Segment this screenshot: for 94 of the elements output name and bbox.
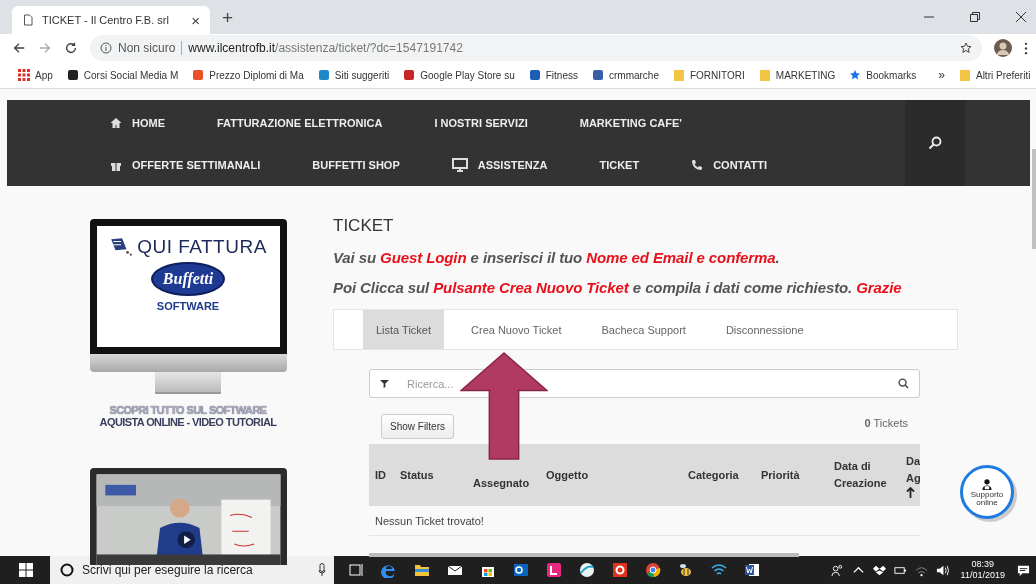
column-header[interactable]: Categoria [688,466,757,484]
instruction-text: Poi Clicca sul Pulsante Crea Nuovo Ticket e compila i dati come richiesto. Grazie [333,279,903,296]
bookmark-item[interactable]: Prezzo Diplomi di Ma [192,69,304,81]
nav-link[interactable]: HOME [110,116,165,129]
column-header[interactable]: Data di Creazione [834,458,902,492]
cortana-icon [60,563,74,577]
address-field[interactable]: Non sicuro www.ilcentrofb.it/assistenza/ticket/?dc=1547191742 [90,35,982,61]
folder-icon[interactable] [414,562,430,578]
vertical-scrollbar[interactable] [1032,149,1036,249]
folder-icon [958,69,971,81]
notification-icon[interactable] [1017,563,1030,577]
filter-icon [380,379,389,388]
dropbox-icon[interactable] [872,563,886,577]
avatar-icon[interactable] [994,39,1012,57]
word-icon[interactable] [744,562,760,578]
page-title: TICKET [333,216,395,236]
reload-icon[interactable] [64,41,78,55]
ticket-tab[interactable]: Crea Nuovo Ticket [458,310,575,349]
nav-link[interactable]: OFFERTE SETTIMANALI [110,157,261,172]
buffetti-logo: Buffetti [151,262,225,296]
horizontal-scrollbar[interactable] [369,553,799,557]
empty-message: Nessun Ticket trovato! [375,514,484,527]
browser-tab[interactable]: TICKET - Il Centro F.B. srl × [12,6,210,34]
info-icon [100,42,112,54]
column-header[interactable]: ID [375,466,396,484]
nav-link[interactable]: CONTATTI [691,157,768,172]
banner-caption: AQUISTA ONLINE - VIDEO TUTORIAL [99,416,277,428]
show-filters-button[interactable]: Show Filters [381,414,454,439]
menu-icon[interactable] [1024,41,1028,55]
banner-title: QUI FATTURA [137,236,267,258]
bookmark-item[interactable]: FORNITORI [673,69,745,81]
security-label: Non sicuro [118,41,183,55]
task-view-icon[interactable] [348,562,364,578]
browser-e-icon[interactable] [381,562,397,578]
banner-subtitle: SOFTWARE [156,300,220,312]
bookmark-item[interactable]: Altri Preferiti [958,69,1031,81]
home-icon [110,116,122,129]
banner-caption: SCOPRI TUTTO SUL SOFTWARE [109,404,267,416]
nav-link[interactable]: I NOSTRI SERVIZI [434,116,528,129]
ticket-tab[interactable]: Bacheca Support [588,310,699,349]
bookmark-star-icon[interactable] [960,42,972,54]
bookmark-item[interactable]: Google Play Store su [403,69,515,81]
volume-icon[interactable] [935,563,949,577]
disc-icon[interactable] [579,562,595,578]
ticket-count: 0 Tickets [864,416,908,429]
support-online-button[interactable]: Supporto online [960,465,1014,519]
nav-link[interactable]: FATTURAZIONE ELETTRONICA [217,116,383,129]
bookmark-item[interactable]: Fitness [528,69,578,81]
outlook-icon[interactable] [513,562,529,578]
people-icon[interactable] [830,563,844,577]
ticket-tab[interactable]: Lista Ticket [363,310,445,349]
bee-icon[interactable] [678,562,694,578]
bookmark-item[interactable]: Bookmarks [849,69,917,81]
document-logo-icon [109,237,134,257]
agent-icon [981,477,993,490]
close-icon[interactable] [1016,12,1026,22]
app-tile-icon[interactable] [612,562,628,578]
search-icon[interactable] [928,136,942,150]
search-field[interactable]: Ricerca... [407,377,888,390]
phone-icon [691,158,704,171]
url-text: www.ilcentrofb.it/assistenza/ticket/?dc=1547191742 [188,41,463,55]
chrome-icon[interactable] [645,562,661,578]
taskbar-clock[interactable]: 08:39 11/01/2019 [956,559,1009,581]
column-header[interactable]: Da Ag [906,452,920,487]
bookmark-item[interactable]: Corsi Social Media M [66,69,179,81]
monitor-stand [155,372,221,394]
bookmark-item[interactable]: crmmarche [591,69,659,81]
bookmark-item[interactable]: App [18,69,53,81]
monitor-icon [451,157,468,172]
nav-link[interactable]: MARKETING CAFE' [579,116,682,129]
search-bar[interactable]: Ricerca... [369,369,920,398]
instruction-text: Vai su Guest Login e inserisci il tuo Nome ed Email e conferma. [333,249,781,266]
microphone-icon [318,563,326,577]
nav-link[interactable]: BUFFETTI SHOP [312,157,400,172]
more-bookmarks-button[interactable]: » [938,68,945,82]
windows-start-icon[interactable] [19,563,33,577]
bookmark-item[interactable]: Siti suggeriti [317,69,390,81]
nav-link[interactable]: TICKET [599,157,640,172]
column-header[interactable]: Assegnato [473,475,542,492]
restore-icon[interactable] [970,12,980,22]
nav-link[interactable]: ASSISTENZA [451,157,548,172]
search-icon[interactable] [898,378,909,389]
back-icon[interactable] [12,41,26,55]
bookmark-item[interactable]: MARKETING [758,69,836,81]
ticket-tab[interactable]: Disconnessione [712,310,817,349]
column-header[interactable]: Oggetto [546,466,684,484]
column-header[interactable]: Priorità [761,466,830,484]
column-header[interactable]: Status [400,466,469,484]
app-tile-icon[interactable] [546,562,562,578]
tab-close-button[interactable]: × [191,11,200,29]
sort-arrow-icon[interactable] [906,486,915,498]
page-icon [22,14,34,26]
tab-title: TICKET - Il Centro F.B. srl [42,14,170,26]
new-tab-button[interactable]: + [222,7,234,29]
